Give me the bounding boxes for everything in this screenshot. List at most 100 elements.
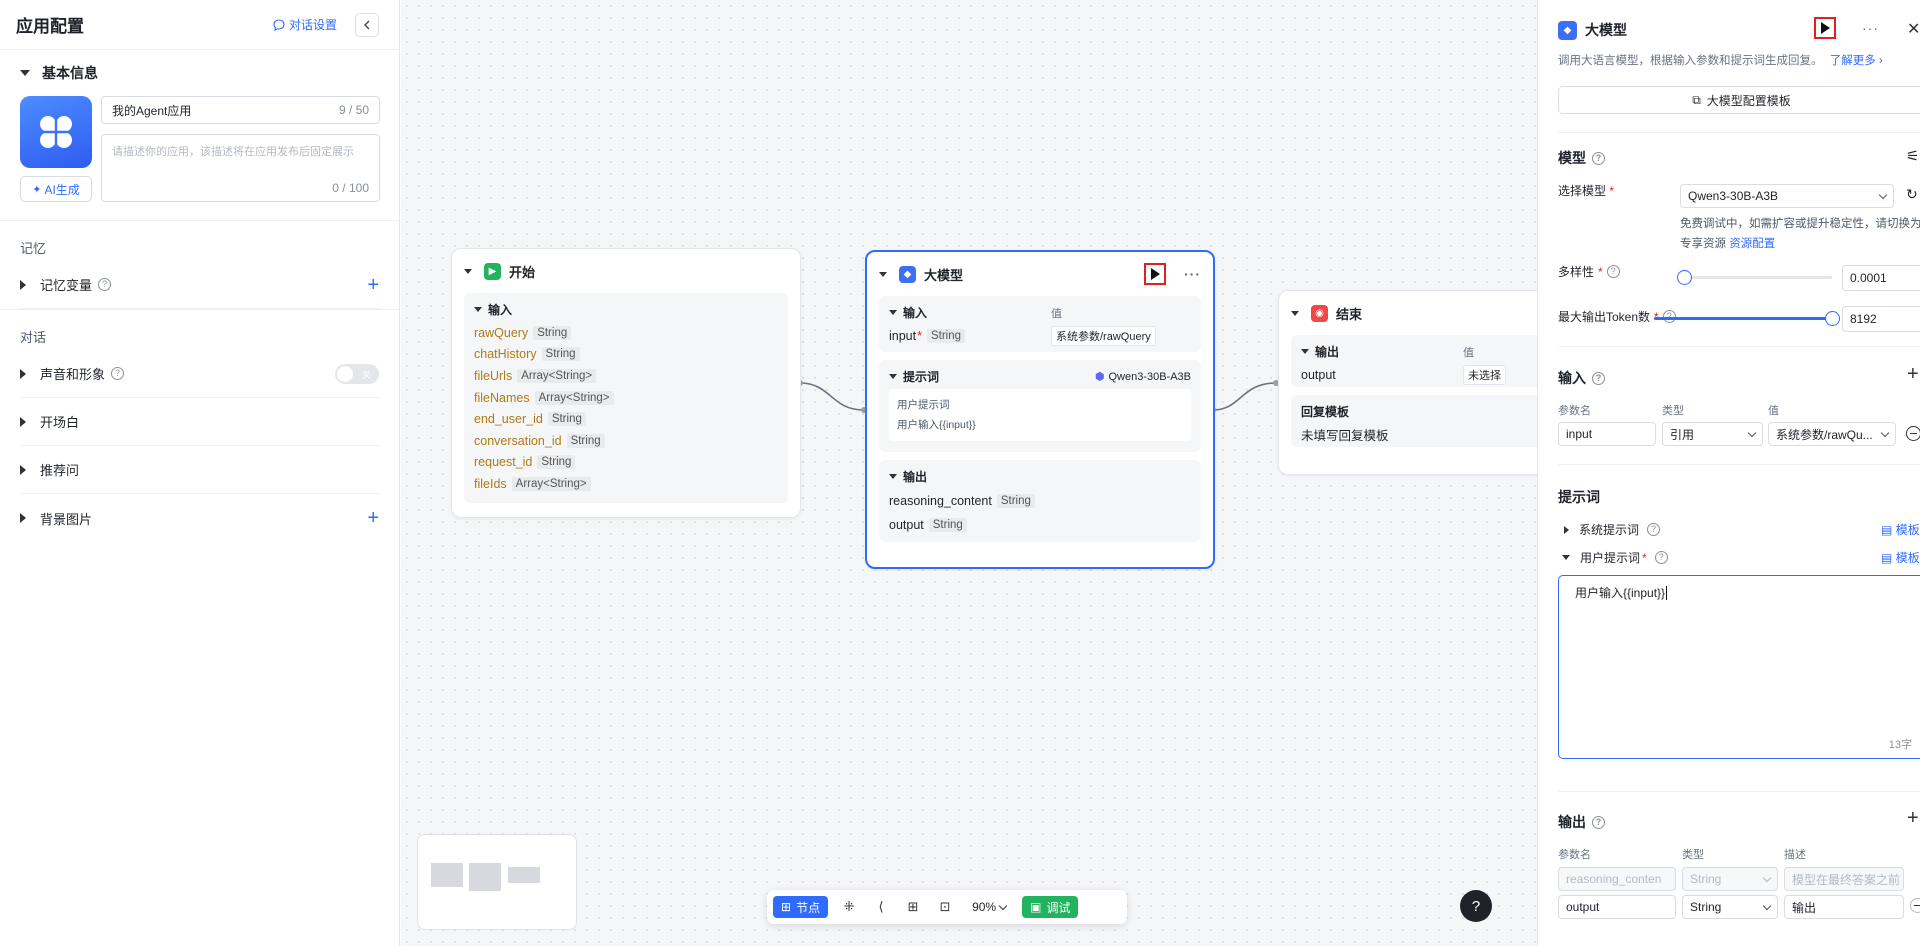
llm-input-header: 输入 值	[889, 304, 1191, 321]
llm-node[interactable]: ◆ 大模型 ··· 输入 值 input * String 系统参数/rawQuer…	[865, 250, 1215, 569]
background-image-row[interactable]: 背景图片 +	[20, 494, 379, 542]
input-type-select[interactable]: 引用	[1662, 422, 1763, 446]
learn-more-link[interactable]: 了解更多	[1830, 55, 1876, 67]
app-name-input[interactable]: 我的Agent应用 9 / 50	[101, 96, 380, 124]
connector-icon[interactable]: ⟨	[870, 896, 892, 918]
help-icon[interactable]: ?	[1647, 523, 1661, 536]
run-node-button[interactable]	[1814, 17, 1836, 39]
slider-knob[interactable]	[1677, 270, 1692, 285]
max-tokens-value: 8192	[1850, 312, 1877, 326]
model-select[interactable]: Qwen3-30B-A3B	[1680, 184, 1894, 208]
chevron-down-icon	[1878, 190, 1888, 199]
output-name-field[interactable]: output	[1558, 895, 1676, 919]
minimap-node	[431, 863, 463, 887]
help-button[interactable]: ?	[1460, 890, 1492, 922]
description-count: 0 / 100	[332, 181, 369, 195]
caret-down-icon[interactable]	[889, 374, 897, 379]
help-icon[interactable]: ?	[1654, 551, 1668, 564]
remove-input-icon[interactable]	[1906, 426, 1920, 441]
opening-row[interactable]: 开场白	[20, 398, 379, 446]
input-section-title: 输入?	[1558, 368, 1605, 388]
output-desc-field[interactable]: 输出	[1784, 895, 1904, 919]
template-label: 模板	[1895, 523, 1920, 537]
resource-config-link[interactable]: 资源配置	[1729, 238, 1775, 250]
add-node-button[interactable]: ⊞ 节点	[773, 896, 829, 918]
max-tokens-input[interactable]: 8192	[1842, 306, 1920, 332]
add-memory-variable-button[interactable]: +	[367, 275, 379, 295]
user-template-button[interactable]: ▤ 模板	[1881, 549, 1920, 566]
add-background-image-button[interactable]: +	[367, 508, 379, 528]
max-tokens-slider[interactable]	[1654, 311, 1840, 326]
config-template-button[interactable]: ⧉ 大模型配置模板	[1558, 86, 1920, 114]
end-output-header: 输出 值	[1301, 343, 1537, 360]
start-node[interactable]: ▶ 开始 输入 rawQuery String chatHistory String…	[451, 248, 801, 518]
select-model-label: 选择模型	[1558, 184, 1607, 198]
slider-knob[interactable]	[1825, 311, 1840, 326]
help-icon[interactable]: ?	[98, 278, 112, 291]
caret-down-icon[interactable]	[1291, 310, 1299, 316]
app-avatar[interactable]	[20, 96, 92, 168]
background-image-label: 背景图片	[40, 511, 93, 527]
user-prompt-row[interactable]: 用户提示词 *?	[1562, 549, 1668, 566]
caret-down-icon[interactable]	[464, 268, 472, 274]
ai-generate-button[interactable]: ✦ AI生成	[20, 176, 92, 202]
voice-avatar-row[interactable]: 声音和形象? 关	[20, 350, 379, 398]
zoom-select[interactable]: 90%	[972, 900, 1008, 914]
help-icon[interactable]: ?	[1592, 815, 1605, 829]
add-input-button[interactable]: +	[1907, 364, 1919, 384]
caret-down-icon[interactable]	[474, 307, 482, 312]
remove-output-icon[interactable]	[1910, 898, 1920, 913]
selected-model: Qwen3-30B-A3B	[1688, 189, 1779, 203]
llm-input-label: 输入	[903, 306, 928, 320]
suggested-questions-row[interactable]: 推荐问	[20, 446, 379, 494]
output-type: String	[1690, 872, 1722, 886]
input-ref-select[interactable]: 系统参数/rawQu...	[1768, 422, 1896, 446]
system-template-button[interactable]: ▤ 模板	[1881, 521, 1920, 538]
workflow-canvas[interactable]: ▶ 开始 输入 rawQuery String chatHistory String…	[401, 0, 1537, 946]
user-prompt-textarea[interactable]: 用户输入{{input}} 13字	[1558, 575, 1920, 759]
collapse-panel-button[interactable]	[355, 12, 379, 37]
add-output-button[interactable]: +	[1907, 808, 1919, 828]
more-options-icon[interactable]: ···	[1184, 266, 1201, 282]
llm-node-title: 大模型	[924, 267, 964, 283]
debug-button[interactable]: ▣ 调试	[1022, 896, 1079, 918]
close-icon[interactable]: ✕	[1907, 19, 1920, 39]
run-node-button[interactable]	[1144, 263, 1166, 285]
var-type: String	[547, 412, 586, 427]
input-param-value: input	[1566, 427, 1593, 441]
model-note-line2: 专享资源	[1680, 238, 1726, 250]
help-icon[interactable]: ?	[111, 367, 125, 380]
model-settings-icon[interactable]: ⚟	[1906, 147, 1919, 165]
auto-layout-icon[interactable]: ⁜	[838, 896, 860, 918]
help-icon[interactable]: ?	[1606, 265, 1620, 278]
fit-view-icon[interactable]: ⊡	[934, 896, 956, 918]
var-type: Array<String>	[511, 476, 591, 491]
chat-settings-link[interactable]: 对话设置	[273, 16, 337, 33]
output-type-select[interactable]: String	[1682, 895, 1778, 919]
param-name-header: 参数名	[1558, 405, 1591, 417]
var-type: String	[566, 433, 605, 448]
diversity-input[interactable]: 0.0001	[1842, 265, 1920, 291]
end-node[interactable]: ◉ 结束 输出 值 output 未选择 回复模板 未填写回复模板	[1278, 290, 1537, 475]
system-prompt-row[interactable]: 系统提示词?	[1564, 521, 1661, 538]
more-options-icon[interactable]: ···	[1862, 20, 1879, 36]
play-icon	[1150, 268, 1160, 280]
minimap[interactable]	[417, 834, 577, 930]
diversity-slider[interactable]	[1677, 270, 1832, 285]
caret-down-icon[interactable]	[889, 474, 897, 479]
input-param-name[interactable]: input	[1558, 422, 1656, 446]
grid-icon[interactable]: ⊞	[902, 896, 924, 918]
suggested-questions-label: 推荐问	[40, 463, 80, 478]
refresh-icon[interactable]: ↻	[1906, 186, 1918, 203]
voice-toggle[interactable]: 关	[335, 363, 379, 384]
help-icon[interactable]: ?	[1592, 151, 1605, 165]
caret-down-icon[interactable]	[889, 310, 897, 315]
basic-info-section-header[interactable]: 基本信息	[0, 50, 399, 96]
help-icon[interactable]: ?	[1592, 371, 1605, 385]
caret-down-icon[interactable]	[879, 271, 887, 277]
memory-variables-row[interactable]: 记忆变量? +	[20, 261, 379, 309]
caret-down-icon[interactable]	[1301, 349, 1309, 354]
panel-title: 应用配置	[16, 17, 84, 36]
app-description-input[interactable]: 请描述你的应用，该描述将在应用发布后固定展示 0 / 100	[101, 134, 380, 202]
chat-bubble-icon	[273, 18, 285, 31]
